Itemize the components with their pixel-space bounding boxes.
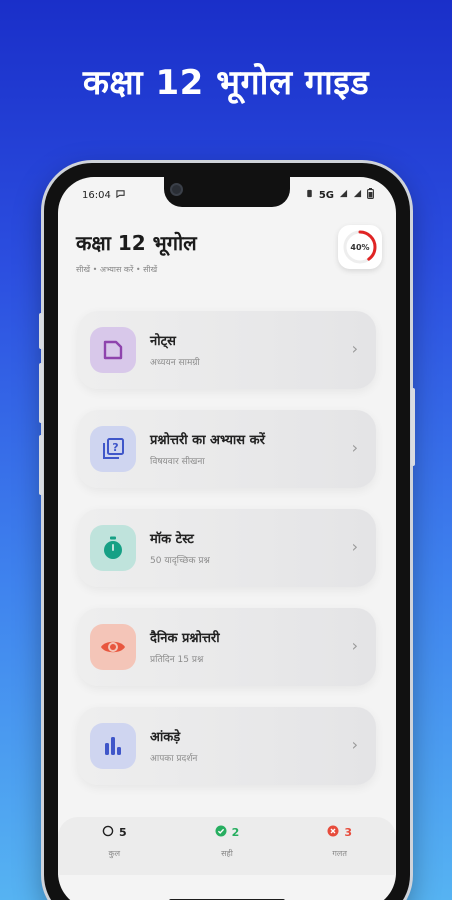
chevron-right-icon: ›: [351, 636, 358, 655]
card-subtitle: विषयवार सीखना: [150, 457, 205, 467]
stat-label: गलत: [332, 849, 347, 858]
stat-total: 5 कुल: [74, 817, 154, 875]
notification-icon: [116, 189, 125, 201]
card-subtitle: प्रतिदिन 15 प्रश्न: [150, 655, 204, 665]
app-screen: 16:04 5G कक्षा 12 भूगोल सीखें • अभ्यास क…: [58, 177, 396, 900]
stat-label: सही: [221, 849, 233, 858]
statistics-card[interactable]: आंकड़े आपका प्रदर्शन ›: [78, 707, 376, 785]
camera-icon: [170, 183, 183, 196]
battery-icon: [367, 188, 374, 202]
chevron-right-icon: ›: [351, 537, 358, 556]
stat-label: कुल: [108, 849, 121, 858]
svg-text:?: ?: [112, 441, 118, 454]
phone-side-button: [39, 435, 43, 495]
bar-chart-icon: [90, 723, 136, 769]
stat-wrong: 3 गलत: [300, 817, 380, 875]
check-circle-icon: [215, 825, 227, 840]
stats-bar: 5 कुल 2 सही 3 गलत: [58, 817, 396, 875]
progress-value: 40%: [350, 242, 370, 252]
document-icon: [90, 327, 136, 373]
card-title: मॉक टेस्ट: [150, 532, 194, 547]
x-circle-icon: [327, 825, 339, 840]
progress-ring[interactable]: 40%: [338, 225, 382, 269]
practice-quiz-card[interactable]: ? प्रश्नोत्तरी का अभ्यास करें विषयवार सी…: [78, 410, 376, 488]
signal-icon: [353, 189, 362, 201]
notch: [164, 177, 290, 207]
notes-card[interactable]: नोट्स अध्ययन सामग्री ›: [78, 311, 376, 389]
daily-quiz-card[interactable]: दैनिक प्रश्नोत्तरी प्रतिदिन 15 प्रश्न ›: [78, 608, 376, 686]
promo-headline: कक्षा 12 भूगोल गाइड: [82, 63, 370, 103]
signal-icon: [339, 189, 348, 201]
chevron-right-icon: ›: [351, 735, 358, 754]
chevron-right-icon: ›: [351, 339, 358, 358]
stat-count: 3: [344, 826, 352, 839]
circle-icon: [102, 825, 114, 840]
phone-side-button: [39, 363, 43, 423]
network-label: 5G: [318, 189, 334, 201]
card-subtitle: आपका प्रदर्शन: [150, 754, 198, 764]
page-title: कक्षा 12 भूगोल: [76, 231, 197, 255]
status-time: 16:04: [82, 189, 111, 201]
stat-count: 5: [119, 826, 127, 839]
mock-test-card[interactable]: मॉक टेस्ट 50 यादृच्छिक प्रश्न ›: [78, 509, 376, 587]
vibrate-icon: [305, 189, 314, 201]
phone-side-button: [411, 388, 415, 466]
card-title: नोट्स: [150, 334, 176, 349]
eye-icon: [90, 624, 136, 670]
card-title: प्रश्नोत्तरी का अभ्यास करें: [150, 433, 265, 448]
stat-correct: 2 सही: [187, 817, 267, 875]
phone-side-button: [39, 313, 43, 349]
breadcrumb: सीखें • अभ्यास करें • सीखें: [76, 265, 158, 274]
timer-icon: [90, 525, 136, 571]
card-subtitle: 50 यादृच्छिक प्रश्न: [150, 556, 210, 566]
stat-count: 2: [231, 826, 240, 839]
card-title: आंकड़े: [150, 730, 181, 745]
chevron-right-icon: ›: [351, 438, 358, 457]
card-subtitle: अध्ययन सामग्री: [150, 358, 200, 368]
phone-frame: 16:04 5G कक्षा 12 भूगोल सीखें • अभ्यास क…: [39, 163, 415, 900]
card-title: दैनिक प्रश्नोत्तरी: [150, 631, 220, 646]
quiz-icon: ?: [90, 426, 136, 472]
